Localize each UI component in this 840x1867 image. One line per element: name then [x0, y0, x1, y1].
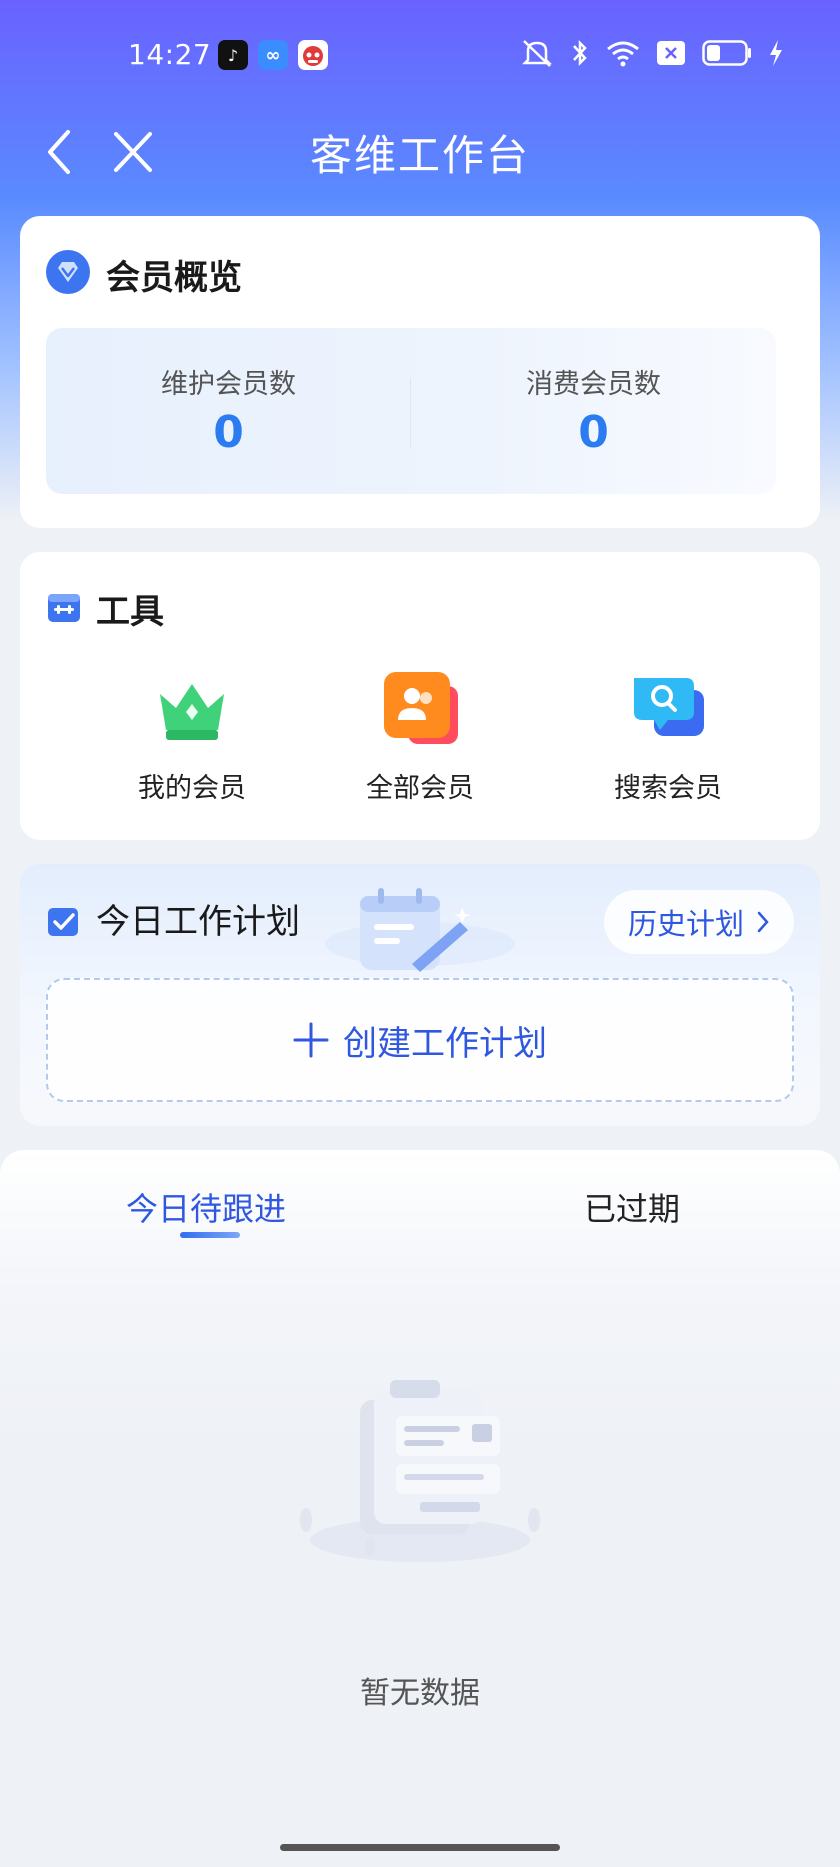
douyin-icon: ♪ — [218, 40, 248, 70]
stat-consuming-members[interactable]: 消费会员数 0 — [411, 362, 776, 458]
charging-icon — [770, 40, 782, 66]
plus-icon — [293, 1022, 329, 1058]
status-bar: 14:27 ♪ ∞ — [0, 0, 840, 110]
sim-off-icon — [657, 41, 685, 65]
stat-label: 维护会员数 — [161, 369, 296, 400]
toolbox-icon — [48, 594, 80, 622]
status-time: 14:27 — [128, 38, 212, 71]
work-plan-card: 今日工作计划 历史计划 创建工作计划 — [20, 864, 820, 1126]
chevron-right-icon — [757, 911, 769, 933]
active-tab-indicator — [180, 1232, 240, 1238]
tool-label: 全部会员 — [366, 773, 474, 804]
bluetooth-icon — [573, 39, 587, 67]
stat-label: 消费会员数 — [526, 369, 661, 400]
tab-expired[interactable]: 已过期 — [584, 1184, 680, 1230]
tool-all-members[interactable]: 全部会员 — [320, 668, 520, 805]
create-plan-label: 创建工作计划 — [343, 1023, 547, 1064]
create-plan-button[interactable]: 创建工作计划 — [46, 978, 794, 1102]
mascot-icon — [298, 40, 328, 70]
history-plan-label: 历史计划 — [627, 907, 744, 941]
stat-maintained-members[interactable]: 维护会员数 0 — [46, 362, 411, 458]
tool-label: 我的会员 — [138, 773, 246, 804]
stat-value: 0 — [213, 407, 244, 458]
tab-today-followup[interactable]: 今日待跟进 — [126, 1184, 286, 1230]
tool-search-members[interactable]: 搜索会员 — [568, 668, 768, 805]
status-app-icons: ♪ ∞ — [218, 40, 328, 70]
tool-my-members[interactable]: 我的会员 — [92, 668, 292, 805]
battery-icon — [702, 40, 751, 66]
empty-state-text: 暂无数据 — [360, 1676, 480, 1711]
checklist-icon — [48, 908, 78, 936]
crown-icon — [160, 684, 224, 740]
history-plan-button[interactable]: 历史计划 — [604, 890, 794, 954]
diamond-icon — [46, 250, 90, 294]
overview-stats: 维护会员数 0 消费会员数 0 — [46, 328, 776, 494]
infinity-icon: ∞ — [258, 40, 288, 70]
calendar-pen-icon — [325, 888, 515, 972]
status-right-icons — [520, 38, 784, 68]
plan-title: 今日工作计划 — [96, 902, 300, 942]
empty-document-icon — [300, 1380, 540, 1562]
member-overview-card: 会员概览 维护会员数 0 消费会员数 0 — [20, 216, 820, 528]
page-title: 客维工作台 — [309, 131, 530, 180]
stat-value: 0 — [578, 407, 609, 458]
search-member-icon — [634, 678, 704, 736]
tools-title: 工具 — [96, 592, 164, 632]
silent-icon — [521, 40, 553, 67]
tool-label: 搜索会员 — [614, 773, 722, 804]
overview-title: 会员概览 — [106, 258, 242, 298]
nav-bar: 客维工作台 — [0, 110, 840, 198]
home-indicator[interactable] — [280, 1844, 560, 1851]
tools-card: 工具 我的会员 全部会员 搜索会员 — [20, 552, 820, 840]
tasks-section: 今日待跟进 已过期 暂无数据 — [0, 1150, 840, 1830]
wifi-icon — [607, 41, 639, 67]
members-icon — [384, 672, 458, 744]
